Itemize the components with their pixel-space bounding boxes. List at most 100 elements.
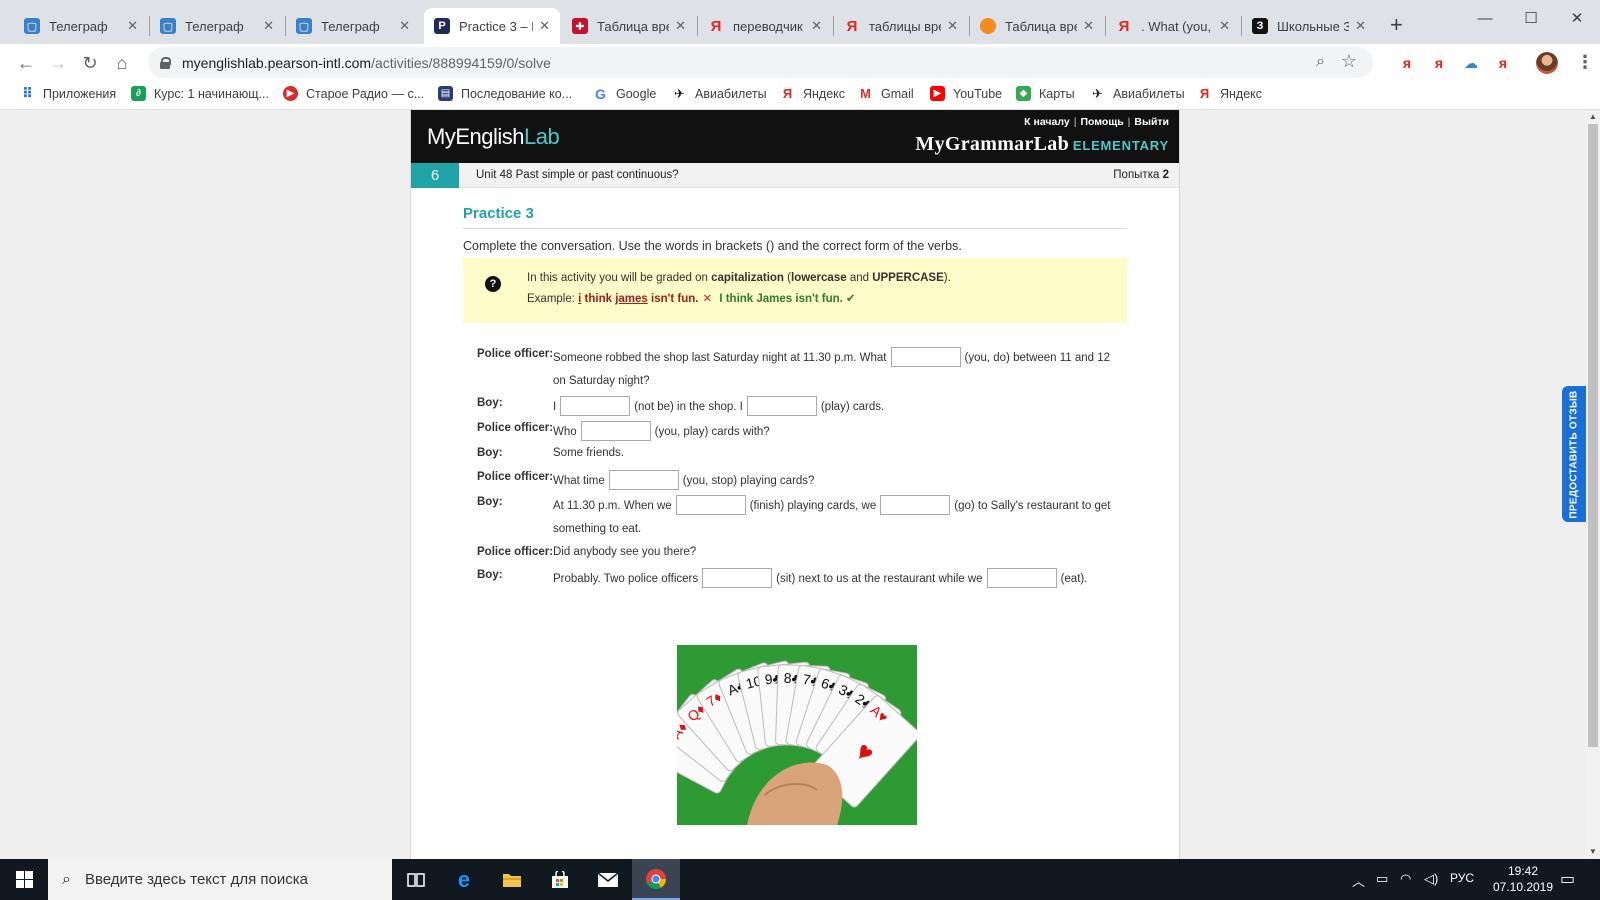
scroll-down-arrow-icon[interactable]: ▼ [1589,847,1597,856]
browser-tab-active[interactable]: P Practice 3 – P ✕ [424,8,560,44]
forward-arrow-icon[interactable]: → [45,50,71,76]
bookmark-item[interactable]: ▶ YouTube [930,86,1002,101]
close-icon[interactable]: ✕ [399,18,410,34]
myenglishlab-logo[interactable]: MyEnglishLab [427,124,560,150]
page-scrollbar[interactable]: ▲ ▼ [1586,110,1600,859]
edge-browser-icon[interactable]: e [440,859,488,900]
bookmark-item[interactable]: ⠿ Приложения [20,85,116,101]
answer-input[interactable] [608,470,679,490]
bookmark-item[interactable]: M Gmail [858,86,914,101]
bookmark-item[interactable]: ▤ Последование ко... [438,86,572,101]
product-title: MyGrammarLab [915,133,1069,155]
bookmark-item[interactable]: ✈ Авиабилеты [672,86,767,101]
check-icon: ✔ [845,293,856,305]
bookmark-label: Старое Радио — с... [306,86,425,101]
browser-tab[interactable]: ▢ Телеграф ✕ [150,8,284,44]
chrome-icon[interactable] [632,859,680,900]
browser-tab[interactable]: Таблица вре ✕ [970,8,1104,44]
attempt-counter: Попытка 2 [1113,169,1169,181]
browser-tab[interactable]: Я таблицы вре ✕ [834,8,968,44]
close-icon[interactable]: ✕ [263,18,274,34]
scroll-up-arrow-icon[interactable]: ▲ [1589,112,1597,121]
battery-icon[interactable]: ▭ [1376,871,1388,887]
browser-tab[interactable]: Я . What (you, c ✕ [1106,8,1240,44]
language-indicator[interactable]: РУС [1450,871,1474,885]
taskbar-search-input[interactable]: ⌕ Введите здесь текст для поиска [48,859,392,900]
url-text[interactable]: myenglishlab.pearson-intl.com/activities… [182,55,551,71]
profile-avatar[interactable] [1536,52,1558,74]
uk-flag-icon: ✚ [572,18,588,34]
bookmark-item[interactable]: ✈ Авиабилеты [1090,86,1185,101]
yandex-extension-icon[interactable]: я [1398,54,1416,72]
minimize-button[interactable]: — [1462,4,1508,32]
file-explorer-icon[interactable] [488,859,536,900]
bookmark-item[interactable]: Я Яндекс [780,86,845,101]
yandex-extension-icon[interactable]: я [1494,54,1512,72]
clock[interactable]: 19:42 07.10.2019 [1488,863,1558,895]
answer-input[interactable] [560,396,631,416]
maximize-button[interactable]: ☐ [1508,4,1554,32]
windows-taskbar: ⌕ Введите здесь текст для поиска e ︿ ▭ ◠… [0,859,1600,900]
telegraph-icon: ▢ [296,18,312,34]
bookmark-item[interactable]: G Google [593,86,657,102]
task-view-icon[interactable] [392,859,440,900]
browser-tab[interactable]: ✚ Таблица вре ✕ [562,8,696,44]
browser-tab[interactable]: ▢ Телеграф ✕ [286,8,420,44]
grading-note: ? In this activity you will be graded on… [463,258,1127,323]
store-icon[interactable] [536,859,584,900]
answer-input[interactable] [702,568,773,588]
menu-dots-icon[interactable]: ⋮ [1576,52,1594,73]
close-icon[interactable]: ✕ [675,18,686,34]
bookmark-item[interactable]: Я Яндекс [1197,86,1262,101]
mail-icon[interactable] [584,859,632,900]
logout-link[interactable]: Выйти [1134,116,1169,128]
unit-number: 6 [411,163,459,188]
browser-tab[interactable]: ▢ Телеграф ✕ [14,8,148,44]
bookmark-star-icon[interactable]: ☆ [1341,51,1357,72]
address-bar[interactable]: myenglishlab.pearson-intl.com/activities… [148,47,1373,78]
bookmark-label: Google [616,86,657,101]
pearson-icon: P [434,18,450,34]
back-arrow-icon[interactable]: ← [13,50,39,76]
answer-input[interactable] [746,396,817,416]
close-icon[interactable]: ✕ [811,18,822,34]
bookmark-label: Авиабилеты [695,86,767,101]
help-question-icon: ? [485,276,501,292]
scrollbar-thumb[interactable] [1588,124,1598,747]
answer-input[interactable] [580,421,651,441]
bookmark-item[interactable]: ◆ Карты [1016,86,1075,101]
close-icon[interactable]: ✕ [127,18,138,34]
bookmark-item[interactable]: ▶ Старое Радио — с... [283,86,424,101]
answer-input[interactable] [880,495,951,515]
volume-icon[interactable]: ◁) [1424,871,1438,887]
answer-input[interactable] [890,347,961,367]
windows-start-button[interactable] [0,859,48,900]
close-icon[interactable]: ✕ [1083,18,1094,34]
bookmark-label: Яндекс [1220,86,1263,101]
browser-tab[interactable]: Я переводчик ✕ [698,8,832,44]
close-icon[interactable]: ✕ [1219,18,1230,34]
close-icon[interactable]: ✕ [1355,18,1366,34]
tab-title: Телеграф [49,18,108,34]
answer-input[interactable] [986,568,1057,588]
close-icon[interactable]: ✕ [947,18,958,34]
yandex-extension-icon[interactable]: я [1430,54,1448,72]
reload-icon[interactable]: ↻ [77,50,103,76]
zoom-icon[interactable]: ⌕ [1316,53,1325,71]
bookmark-item[interactable]: ∂ Курс: 1 начинающ... [131,86,269,101]
close-window-button[interactable]: ✕ [1554,4,1600,32]
home-link[interactable]: К началу [1024,116,1070,128]
tray-expand-icon[interactable]: ︿ [1352,871,1365,890]
divider [463,228,1127,229]
feedback-tab[interactable]: ПРЕДОСТАВИТЬ ОТЗЫВ [1562,386,1586,522]
tab-title: таблицы вре [869,18,942,34]
home-icon[interactable]: ⌂ [109,50,135,76]
browser-tab[interactable]: З Школьные З ✕ [1242,8,1376,44]
wifi-icon[interactable]: ◠ [1400,871,1411,887]
notifications-icon[interactable]: ▭ [1560,869,1575,889]
help-link[interactable]: Помощь [1080,116,1123,128]
answer-input[interactable] [675,495,746,515]
weather-extension-icon[interactable]: ☁ [1462,54,1480,72]
new-tab-button[interactable]: + [1390,14,1403,36]
close-icon[interactable]: ✕ [539,18,550,34]
